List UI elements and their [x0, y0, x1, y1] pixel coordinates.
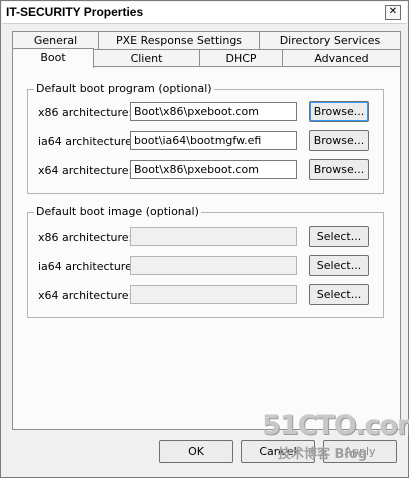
- x64-select-button[interactable]: Select...: [309, 284, 369, 305]
- group-title: Default boot program (optional): [34, 82, 214, 95]
- close-icon: ✕: [388, 6, 398, 17]
- apply-button[interactable]: Apply: [323, 440, 397, 463]
- x86-boot-program-field[interactable]: [130, 102, 297, 121]
- ia64-browse-button[interactable]: Browse...: [309, 130, 369, 151]
- x86-image-label: x86 architecture:: [38, 231, 133, 244]
- x86-program-label: x86 architecture:: [38, 106, 133, 119]
- x64-browse-button[interactable]: Browse...: [309, 159, 369, 180]
- title-bar: IT-SECURITY Properties ✕: [2, 2, 407, 24]
- ia64-program-label: ia64 architecture:: [38, 135, 136, 148]
- x64-boot-program-field[interactable]: [130, 160, 297, 179]
- window-title: IT-SECURITY Properties: [6, 5, 144, 19]
- ia64-select-button[interactable]: Select...: [309, 255, 369, 276]
- x64-program-label: x64 architecture:: [38, 164, 133, 177]
- tab-client[interactable]: Client: [93, 49, 200, 67]
- default-boot-program-group: Default boot program (optional) x86 arch…: [27, 82, 384, 194]
- ia64-image-label: ia64 architecture:: [38, 260, 136, 273]
- properties-dialog: IT-SECURITY Properties ✕ General PXE Res…: [0, 0, 409, 478]
- x64-image-label: x64 architecture:: [38, 289, 133, 302]
- tab-advanced[interactable]: Advanced: [282, 49, 401, 67]
- ok-button[interactable]: OK: [159, 440, 233, 463]
- x86-select-button[interactable]: Select...: [309, 226, 369, 247]
- tab-directory-services[interactable]: Directory Services: [259, 31, 401, 49]
- ia64-boot-program-field[interactable]: [130, 131, 297, 150]
- tab-pxe-response-settings[interactable]: PXE Response Settings: [98, 31, 260, 49]
- boot-tab-panel: Default boot program (optional) x86 arch…: [12, 66, 401, 430]
- ia64-boot-image-field: [130, 256, 297, 275]
- tab-dhcp[interactable]: DHCP: [199, 49, 283, 67]
- close-button[interactable]: ✕: [385, 5, 401, 20]
- default-boot-image-group: Default boot image (optional) x86 archit…: [27, 205, 384, 318]
- tab-boot[interactable]: Boot: [12, 48, 94, 68]
- x64-boot-image-field: [130, 285, 297, 304]
- group-title: Default boot image (optional): [34, 205, 201, 218]
- x86-browse-button[interactable]: Browse...: [309, 101, 369, 122]
- tab-general[interactable]: General: [12, 31, 99, 49]
- x86-boot-image-field: [130, 227, 297, 246]
- cancel-button[interactable]: Cancel: [241, 440, 315, 463]
